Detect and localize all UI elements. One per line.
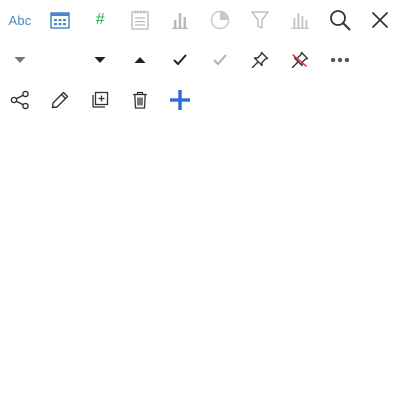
bar-chart-icon[interactable] <box>160 0 200 40</box>
text-type-label: Abc <box>8 12 32 28</box>
more-horizontal-icon[interactable] <box>320 40 360 80</box>
caret-down-muted-icon[interactable] <box>0 40 40 80</box>
share-icon[interactable] <box>0 80 40 120</box>
number-type-icon[interactable]: # <box>80 0 120 40</box>
add-plus-icon[interactable] <box>160 80 200 120</box>
search-icon[interactable] <box>320 0 360 40</box>
histogram-icon[interactable] <box>280 0 320 40</box>
icon-row-data-types: Abc # <box>0 0 400 40</box>
icon-row-controls <box>0 40 400 80</box>
trash-icon[interactable] <box>120 80 160 120</box>
pin-icon[interactable] <box>240 40 280 80</box>
duplicate-icon[interactable] <box>80 80 120 120</box>
unpin-icon[interactable] <box>280 40 320 80</box>
number-type-label: # <box>95 11 105 28</box>
calendar-icon[interactable] <box>40 0 80 40</box>
icon-row-actions <box>0 80 400 120</box>
caret-up-icon[interactable] <box>120 40 160 80</box>
pie-chart-icon[interactable] <box>200 0 240 40</box>
checkmark-muted-icon[interactable] <box>200 40 240 80</box>
close-icon[interactable] <box>360 0 400 40</box>
notepad-icon[interactable] <box>120 0 160 40</box>
filter-icon[interactable] <box>240 0 280 40</box>
edit-pencil-icon[interactable] <box>40 80 80 120</box>
icon-sheet: Abc # <box>0 0 400 400</box>
checkmark-icon[interactable] <box>160 40 200 80</box>
caret-down-icon[interactable] <box>80 40 120 80</box>
text-type-icon[interactable]: Abc <box>0 0 40 40</box>
